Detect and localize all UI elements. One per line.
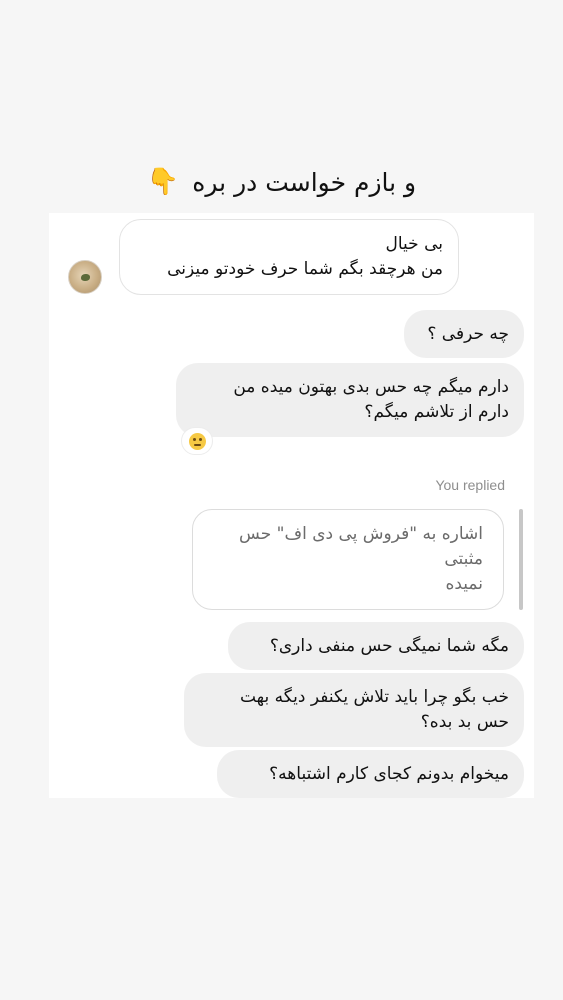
chat-screenshot: بی خیال من هرچقد بگم شما حرف خودتو میزنی… xyxy=(49,213,534,798)
outgoing-message[interactable]: مگه شما نمیگی حس منفی داری؟ xyxy=(228,622,524,670)
reaction-badge[interactable] xyxy=(181,427,213,455)
message-line: میخوام بدونم کجای کارم اشتباهه؟ xyxy=(269,763,509,784)
quote-line: نمیده xyxy=(445,574,483,594)
outgoing-message[interactable]: میخوام بدونم کجای کارم اشتباهه؟ xyxy=(217,750,524,798)
pointing-down-icon: 👇 xyxy=(146,167,183,197)
outgoing-message[interactable]: خب بگو چرا باید تلاش یکنفر دیگه بهت حس ب… xyxy=(184,673,524,747)
neutral-face-icon xyxy=(188,432,206,450)
quote-line: اشاره به "فروش پی دی اف" حس مثبتی xyxy=(239,524,483,569)
contact-avatar[interactable] xyxy=(68,260,102,294)
message-line: حس بد بده؟ xyxy=(420,712,509,732)
message-line: بی خیال xyxy=(385,234,443,254)
message-line: من هرچقد بگم شما حرف خودتو میزنی xyxy=(167,259,443,279)
message-line: دارم از تلاشم میگم؟ xyxy=(364,402,509,422)
you-replied-label: You replied xyxy=(435,477,505,493)
story-caption-text: و بازم خواست در بره xyxy=(192,167,417,197)
incoming-message[interactable]: بی خیال من هرچقد بگم شما حرف خودتو میزنی xyxy=(119,219,459,295)
story-caption: و بازم خواست در بره 👇 xyxy=(0,160,563,204)
outgoing-message[interactable]: دارم میگم چه حس بدی بهتون میده من دارم ا… xyxy=(176,363,524,437)
outgoing-message[interactable]: چه حرفی ؟ xyxy=(404,310,524,358)
reply-indicator-bar xyxy=(519,509,523,610)
message-line: چه حرفی ؟ xyxy=(427,323,509,344)
message-line: دارم میگم چه حس بدی بهتون میده من xyxy=(233,377,509,397)
quoted-message[interactable]: اشاره به "فروش پی دی اف" حس مثبتی نمیده xyxy=(192,509,504,610)
message-line: مگه شما نمیگی حس منفی داری؟ xyxy=(269,635,509,656)
message-line: خب بگو چرا باید تلاش یکنفر دیگه بهت xyxy=(239,687,509,707)
